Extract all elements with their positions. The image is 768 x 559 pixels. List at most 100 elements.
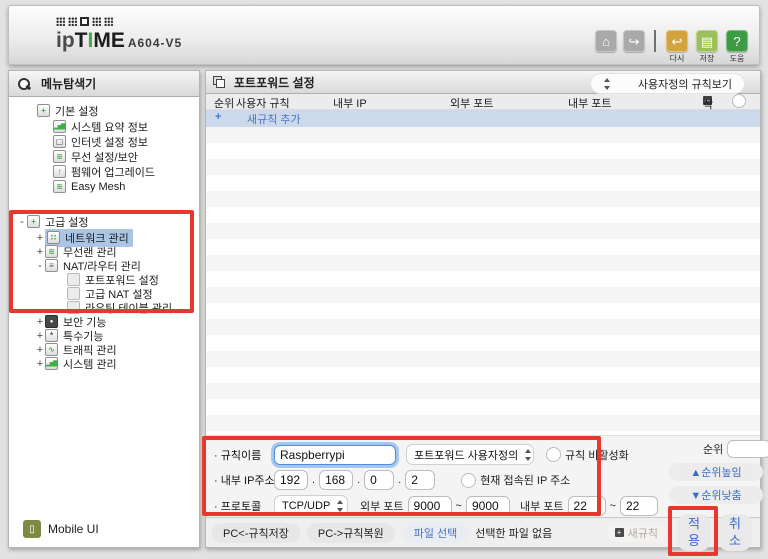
restore-rules-from-pc-button[interactable]: PC->규칙복원 [307, 523, 395, 543]
delete-all-checkbox[interactable] [732, 94, 746, 108]
current-ip-checkbox[interactable] [461, 473, 476, 488]
expand-icon[interactable]: + [35, 316, 45, 328]
ip-octet2-input[interactable] [319, 470, 353, 490]
traffic-icon: ∿ [45, 343, 58, 356]
sidebar-item-label: 시스템 관리 [63, 356, 117, 372]
col-rank: 순위 [214, 95, 234, 111]
ip-octet1-input[interactable] [274, 470, 308, 490]
protocol-select[interactable]: TCP/UDP [274, 495, 348, 516]
rule-name-label: · 규칙이름 [214, 447, 270, 463]
mobile-ui-label: Mobile UI [48, 522, 99, 536]
col-internal-port: 내부 포트 [568, 95, 612, 111]
external-port-label: 외부 포트 [360, 498, 404, 514]
port-forward-panel: 포트포워드 설정 사용자정의 규칙보기 순위 사용자 규칙 내부 IP 외부 포… [205, 70, 761, 548]
sidebar-item-label: 무선 설정/보안 [71, 149, 138, 165]
save-label: 저장 [700, 53, 715, 64]
rank-input[interactable] [727, 440, 768, 458]
brand-name: ipTIMEA604-V5 [56, 29, 182, 53]
wifi-icon: ≋ [45, 245, 58, 258]
protocol-label: · 프로토콜 [214, 498, 270, 514]
monitor-icon: ▢ [53, 135, 66, 148]
select-stepper-icon [336, 500, 340, 512]
gear-icon: * [45, 329, 58, 342]
expand-icon[interactable]: + [35, 358, 45, 370]
internal-port-label: 내부 포트 [520, 498, 564, 514]
col-internal-ip: 내부 IP [333, 95, 367, 111]
rule-view-select[interactable]: 사용자정의 규칙보기 [591, 74, 744, 93]
rank-label: 순위 [703, 441, 723, 457]
internal-port-from-input[interactable] [568, 496, 606, 516]
save-icon[interactable]: ▤ [696, 30, 718, 52]
sidebar-item-advanced-settings[interactable]: - + 고급 설정 [17, 214, 89, 229]
rule-name-input[interactable] [274, 445, 396, 465]
select-stepper-icon [603, 78, 612, 90]
col-external-port: 외부 포트 [450, 95, 494, 111]
sidebar-item-label: 시스템 요약 정보 [71, 119, 148, 135]
rank-down-button[interactable]: ▼순위낮춤 [669, 486, 763, 504]
view-rules-label: 사용자정의 규칙보기 [638, 76, 732, 92]
rule-disable-checkbox[interactable] [546, 447, 561, 462]
panel-title-bar: 포트포워드 설정 사용자정의 규칙보기 [206, 71, 760, 94]
ip-octet4-input[interactable] [405, 470, 435, 490]
expand-icon[interactable]: + [35, 246, 45, 258]
toolbar-divider [654, 30, 656, 52]
add-rule-row[interactable]: + 새규칙 추가 [206, 110, 760, 127]
page-title: 포트포워드 설정 [234, 74, 315, 91]
expand-icon[interactable]: + [35, 232, 45, 244]
table-header-row: 순위 사용자 규칙 내부 IP 외부 포트 내부 포트 –삭제 [206, 94, 760, 110]
sidebar-item-basic-settings[interactable]: + 기본 설정 [37, 103, 99, 118]
rule-type-select[interactable]: 포트포워드 사용자정의 [406, 444, 534, 465]
sidebar-item-easy-mesh[interactable]: ≋ Easy Mesh [53, 179, 125, 194]
sidebar-item-wireless-security[interactable]: ≋ 무선 설정/보안 [53, 149, 138, 164]
expand-icon[interactable]: + [35, 344, 45, 356]
sidebar-item-internet-settings[interactable]: ▢ 인터넷 설정 정보 [53, 134, 148, 149]
cancel-button[interactable]: 취소 [718, 514, 752, 551]
page-icon [67, 273, 80, 286]
save-rules-to-pc-button[interactable]: PC<-규칙저장 [212, 523, 300, 543]
menu-explorer-title: 메뉴탐색기 [41, 75, 96, 92]
sidebar-item-label: 인터넷 설정 정보 [71, 134, 148, 150]
model-name: A604-V5 [128, 36, 182, 50]
internal-ip-label: · 내부 IP주소 [214, 472, 270, 488]
apply-button[interactable]: 적용 [677, 514, 711, 551]
page-icon [67, 287, 80, 300]
col-user-rule: 사용자 규칙 [236, 95, 290, 111]
sidebar-item-firmware-upgrade[interactable]: ↑ 펌웨어 업그레이드 [53, 164, 155, 179]
rules-copy-icon [213, 76, 226, 89]
add-rule-label: 새규칙 추가 [247, 111, 301, 127]
logout-icon[interactable]: ↪ [623, 30, 645, 52]
mobile-ui-link[interactable]: ▯ Mobile UI [23, 519, 99, 539]
expand-icon[interactable]: + [35, 330, 45, 342]
sidebar-item-label: 펌웨어 업그레이드 [71, 164, 155, 180]
help-label: 도움 [730, 53, 745, 64]
plus-icon: + [215, 111, 221, 123]
external-port-to-input[interactable] [466, 496, 510, 516]
choose-file-button[interactable]: 파일 선택 [403, 523, 469, 543]
internal-port-to-input[interactable] [620, 496, 658, 516]
brand-logo: ipTIMEA604-V5 [56, 16, 182, 53]
search-icon [17, 77, 31, 91]
rule-form: · 규칙이름 포트포워드 사용자정의 규칙 비활성화 · 내부 IP주소 . .… [206, 435, 760, 519]
app-header: ipTIMEA604-V5 ⌂ ↪ ↩ 다시 ▤ 저장 ? 도움 [8, 5, 760, 65]
folder-plus-icon: + [27, 215, 40, 228]
menu-sidebar: 메뉴탐색기 + 기본 설정 ▂▅▇ 시스템 요약 정보 ▢ 인터넷 설정 정보 … [8, 70, 200, 548]
rank-up-button[interactable]: ▲순위높임 [669, 463, 763, 481]
ip-octet3-input[interactable] [364, 470, 394, 490]
new-rule-button[interactable]: + 새규칙 [608, 524, 665, 542]
help-icon[interactable]: ? [726, 30, 748, 52]
collapse-icon[interactable]: - [17, 216, 27, 228]
sidebar-item-system-summary[interactable]: ▂▅▇ 시스템 요약 정보 [53, 119, 148, 134]
external-port-from-input[interactable] [408, 496, 452, 516]
refresh-label: 다시 [670, 53, 685, 64]
current-ip-label: 현재 접속된 IP 주소 [480, 472, 570, 488]
collapse-icon[interactable]: - [35, 260, 45, 272]
wifi-icon: ≋ [53, 150, 66, 163]
refresh-icon[interactable]: ↩ [666, 30, 688, 52]
lock-icon: ● [45, 315, 58, 328]
no-file-label: 선택한 파일 없음 [475, 525, 552, 541]
mobile-phone-icon: ▯ [23, 520, 41, 538]
select-stepper-icon [524, 449, 526, 461]
sidebar-item-system-mgmt[interactable]: + ▂▅▇ 시스템 관리 [35, 356, 117, 371]
brand-dots-icon [56, 16, 182, 26]
home-icon[interactable]: ⌂ [595, 30, 617, 52]
